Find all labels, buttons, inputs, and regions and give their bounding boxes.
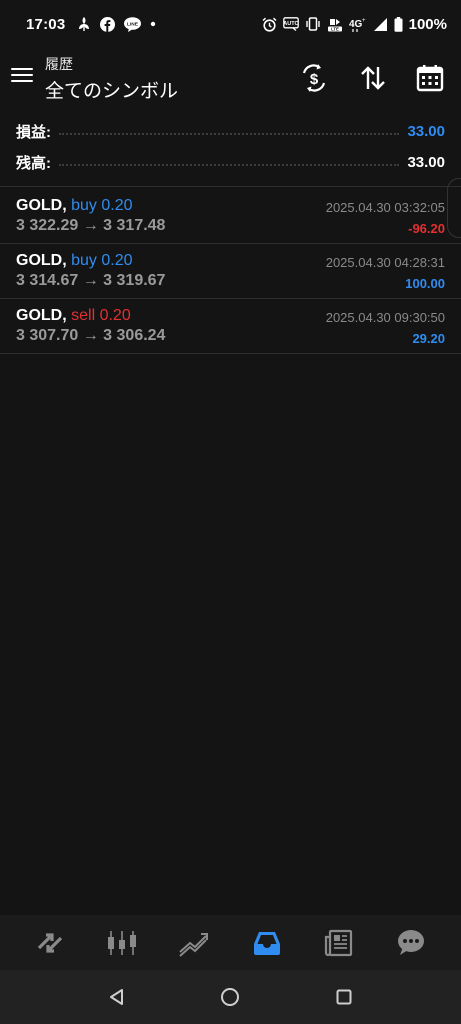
- divider: [0, 186, 461, 187]
- trade-row[interactable]: GOLD, sell 0.20 3 307.70 → 3 306.24 2025…: [0, 298, 461, 353]
- line-icon: LINE: [124, 16, 142, 32]
- history-icon: [253, 931, 280, 955]
- nav-news[interactable]: [319, 923, 359, 963]
- system-nav: [0, 970, 461, 1024]
- dot-icon: [150, 21, 156, 27]
- trade-profit: 29.20: [412, 331, 445, 346]
- signal-icon: [373, 17, 388, 32]
- trade-title: GOLD, buy 0.20: [16, 197, 133, 215]
- facebook-icon: [100, 16, 116, 32]
- status-time: 17:03: [26, 15, 66, 33]
- bottom-nav: [0, 915, 461, 970]
- status-bar: 17:03 LINE AUTO LTE 4G + 100%: [0, 0, 461, 48]
- profit-row: 損益: 33.00: [0, 116, 461, 147]
- trade-time: 2025.04.30 04:28:31: [325, 255, 445, 270]
- news-icon: [324, 929, 352, 956]
- recents-button[interactable]: [324, 977, 364, 1017]
- sort-button[interactable]: [357, 62, 389, 94]
- svg-text:LINE: LINE: [127, 21, 139, 27]
- dotted-leader: [59, 163, 400, 166]
- back-icon: [109, 989, 123, 1005]
- trade-symbol: GOLD,: [16, 307, 67, 324]
- calendar-button[interactable]: [414, 62, 446, 94]
- nav-chart[interactable]: [102, 923, 142, 963]
- dotted-leader: [59, 132, 400, 135]
- nav-quotes[interactable]: [30, 923, 70, 963]
- trade-prices: 3 307.70 → 3 306.24: [16, 327, 166, 344]
- trade-side: buy 0.20: [71, 252, 133, 269]
- home-icon: [221, 988, 240, 1006]
- trade-time: 2025.04.30 03:32:05: [325, 200, 445, 215]
- trade-symbol: GOLD,: [16, 197, 67, 214]
- sort-icon: [361, 66, 385, 90]
- battery-icon: [394, 16, 403, 32]
- app-bar: 履歴 全てのシンボル $: [0, 48, 461, 108]
- chat-icon: [397, 929, 424, 955]
- nav-chat[interactable]: [391, 923, 431, 963]
- trade-prices: 3 322.29 → 3 317.48: [16, 217, 166, 234]
- nav-history[interactable]: [247, 923, 287, 963]
- page-title[interactable]: 全てのシンボル: [45, 76, 178, 103]
- auto-icon: AUTO: [282, 17, 299, 31]
- recents-icon: [336, 989, 352, 1005]
- trade-profit: -96.20: [408, 221, 445, 236]
- svg-text:AUTO: AUTO: [283, 21, 299, 27]
- svg-text:4G: 4G: [349, 19, 363, 30]
- edge-handle[interactable]: [447, 178, 461, 238]
- quotes-icon: [37, 932, 63, 953]
- calendar-icon: [416, 65, 444, 92]
- battery-percent: 100%: [408, 15, 447, 33]
- menu-button[interactable]: [10, 64, 34, 88]
- nav-trade[interactable]: [174, 923, 214, 963]
- trade-icon: [179, 932, 209, 957]
- vibrate-icon: [305, 17, 321, 31]
- trade-side: buy 0.20: [71, 197, 133, 214]
- home-button[interactable]: [210, 977, 250, 1017]
- svg-text:LTE: LTE: [331, 26, 339, 31]
- status-right: AUTO LTE 4G + 100%: [262, 16, 447, 33]
- app-subtitle: 履歴: [45, 56, 73, 72]
- svg-text:$: $: [310, 71, 319, 88]
- svg-text:+: +: [362, 18, 366, 24]
- currency-exchange-icon: $: [302, 64, 326, 92]
- alarm-icon: [262, 17, 277, 32]
- trade-prices: 3 314.67 → 3 319.67: [16, 272, 166, 289]
- summary: 損益: 33.00 残高: 33.00: [0, 116, 461, 178]
- trade-time: 2025.04.30 09:30:50: [325, 310, 445, 325]
- volte-icon: LTE: [327, 17, 343, 32]
- profit-label: 損益:: [16, 124, 51, 141]
- balance-label: 残高:: [16, 155, 51, 172]
- screen: 17:03 LINE AUTO LTE 4G + 100% 履歴 全てのシンボル…: [0, 0, 461, 1024]
- trade-symbol: GOLD,: [16, 252, 67, 269]
- trade-side: sell 0.20: [71, 307, 131, 324]
- 4g-icon: 4G +: [349, 17, 367, 32]
- fan-icon: [77, 16, 91, 32]
- chart-icon: [108, 930, 137, 955]
- currency-exchange-button[interactable]: $: [298, 62, 330, 94]
- balance-value: 33.00: [407, 154, 445, 171]
- trade-profit: 100.00: [405, 276, 445, 291]
- back-button[interactable]: [97, 977, 137, 1017]
- trade-row[interactable]: GOLD, buy 0.20 3 322.29 → 3 317.48 2025.…: [0, 188, 461, 243]
- profit-value: 33.00: [407, 123, 445, 140]
- trade-title: GOLD, buy 0.20: [16, 252, 133, 270]
- balance-row: 残高: 33.00: [0, 147, 461, 178]
- trade-title: GOLD, sell 0.20: [16, 307, 131, 325]
- divider: [0, 353, 461, 354]
- trade-row[interactable]: GOLD, buy 0.20 3 314.67 → 3 319.67 2025.…: [0, 243, 461, 298]
- status-left-icons: LINE: [77, 16, 156, 32]
